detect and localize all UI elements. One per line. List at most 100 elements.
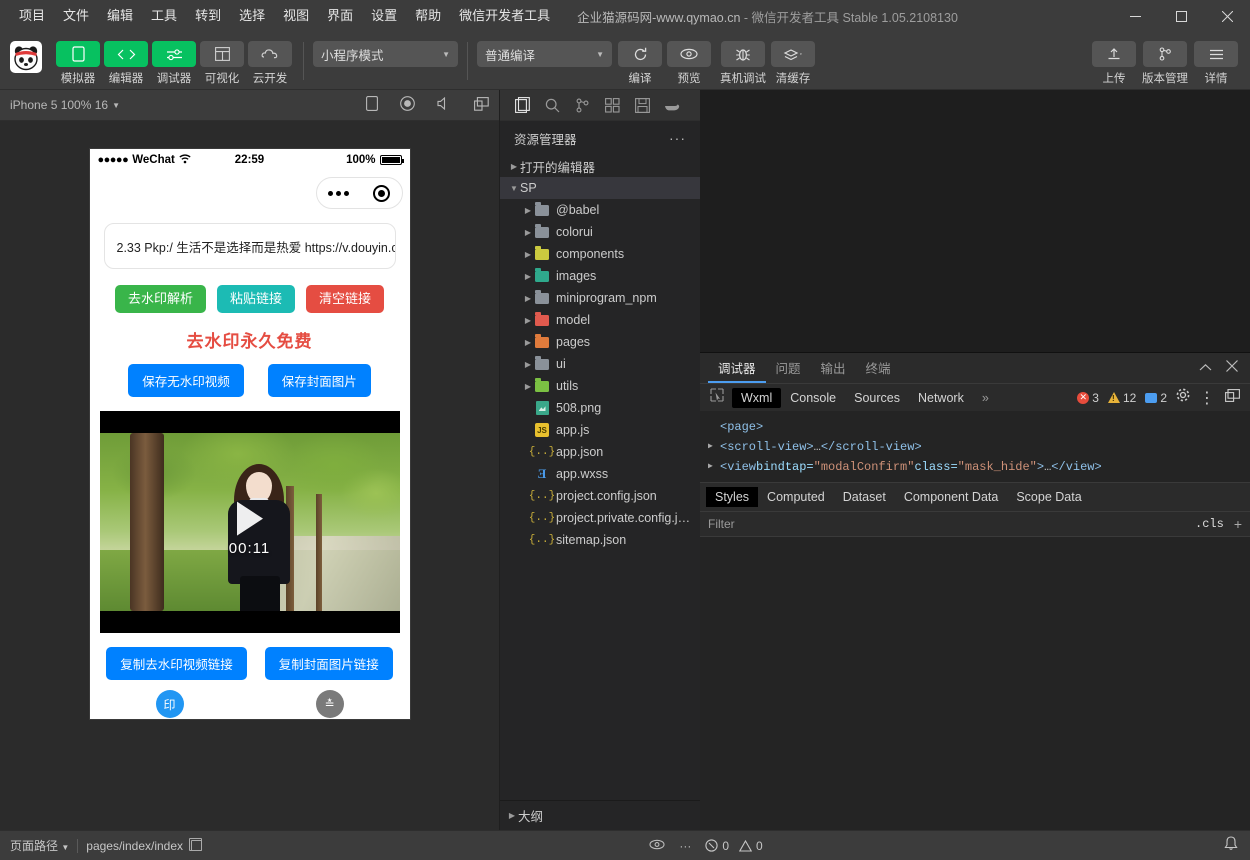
wxml-tree[interactable]: <page> ▶ <scroll-view> … </scroll-view> … xyxy=(700,411,1250,483)
menu-item-view[interactable]: 视图 xyxy=(274,4,318,28)
menu-item-interface[interactable]: 界面 xyxy=(318,4,362,28)
tree-item-colorui[interactable]: ▶ colorui xyxy=(500,221,700,243)
styles-tab-styles[interactable]: Styles xyxy=(706,487,758,507)
copy-cover-link-button[interactable]: 复制封面图片链接 xyxy=(265,647,393,680)
toolbar-simulator-button[interactable]: 模拟器 xyxy=(54,36,102,86)
cls-button[interactable]: .cls xyxy=(1195,517,1224,531)
video-preview[interactable]: 00:11 xyxy=(100,411,400,633)
menu-item-select[interactable]: 选择 xyxy=(230,4,274,28)
tree-item-project-private-config-json[interactable]: ▶ {..} project.private.config.js... xyxy=(500,507,700,529)
source-control-icon[interactable] xyxy=(572,95,592,115)
preview-button[interactable]: 预览 xyxy=(667,36,711,86)
volume-icon[interactable] xyxy=(437,97,452,113)
warning-badge[interactable]: 12 xyxy=(1108,391,1136,405)
extensions-icon[interactable] xyxy=(602,95,622,115)
tree-item-pages[interactable]: ▶ pages xyxy=(500,331,700,353)
tree-item-sitemap-json[interactable]: ▶ {..} sitemap.json xyxy=(500,529,700,551)
realdevice-debug-button[interactable]: 真机调试 xyxy=(720,36,766,86)
tree-item-508-png[interactable]: ▶ 508.png xyxy=(500,397,700,419)
save-all-icon[interactable] xyxy=(632,95,652,115)
parse-button[interactable]: 去水印解析 xyxy=(115,285,206,313)
menu-item-project[interactable]: 项目 xyxy=(10,4,54,28)
tab-output[interactable]: 输出 xyxy=(811,353,856,383)
compile-dropdown[interactable]: 普通编译 ▼ xyxy=(477,41,612,67)
files-icon[interactable] xyxy=(512,95,532,115)
tree-item-components[interactable]: ▶ components xyxy=(500,243,700,265)
more-icon[interactable] xyxy=(328,191,349,196)
kebab-icon[interactable]: ⋮ xyxy=(1199,388,1216,408)
editor-area[interactable] xyxy=(700,90,1250,352)
gear-icon[interactable] xyxy=(1176,388,1190,407)
close-button[interactable] xyxy=(1204,0,1250,32)
status-more-icon[interactable]: ··· xyxy=(679,839,691,853)
devtools-more-tabs[interactable]: » xyxy=(973,388,998,408)
chevron-right-icon[interactable]: ▶ xyxy=(708,457,720,477)
tab-problems[interactable]: 问题 xyxy=(766,353,811,383)
menu-item-edit[interactable]: 编辑 xyxy=(98,4,142,28)
toolbar-cloud-button[interactable]: 云开发 xyxy=(246,36,294,86)
outline-section[interactable]: ▶ 大纲 xyxy=(500,800,700,830)
minimize-button[interactable] xyxy=(1112,0,1158,32)
filter-input[interactable]: Filter xyxy=(708,517,1195,531)
inspect-icon[interactable] xyxy=(706,388,732,407)
tree-item-miniprogram-npm[interactable]: ▶ miniprogram_npm xyxy=(500,287,700,309)
menu-item-devtools[interactable]: 微信开发者工具 xyxy=(450,4,559,28)
toolbar-visual-button[interactable]: 可视化 xyxy=(198,36,246,86)
tab-add-watermark[interactable]: ≛ 加水印 xyxy=(250,690,410,719)
chevron-up-icon[interactable] xyxy=(1199,359,1212,377)
copy-video-link-button[interactable]: 复制去水印视频链接 xyxy=(106,647,247,680)
tree-item-app-wxss[interactable]: ▶ Ǝ app.wxss xyxy=(500,463,700,485)
clear-link-button[interactable]: 清空链接 xyxy=(306,285,384,313)
version-control-button[interactable]: 版本管理 xyxy=(1142,36,1188,86)
paste-link-button[interactable]: 粘贴链接 xyxy=(217,285,295,313)
save-video-button[interactable]: 保存无水印视频 xyxy=(128,364,244,397)
chevron-right-icon[interactable]: ▶ xyxy=(708,437,720,457)
maximize-button[interactable] xyxy=(1158,0,1204,32)
link-input[interactable]: 2.33 Pkp:/ 生活不是选择而是热爱 https://v.douyin.c xyxy=(104,223,396,269)
tree-item-app-js[interactable]: ▶ JS app.js xyxy=(500,419,700,441)
status-notifications[interactable] xyxy=(1224,836,1250,856)
menu-item-tools[interactable]: 工具 xyxy=(142,4,186,28)
tree-item-babel[interactable]: ▶ @babel xyxy=(500,199,700,221)
capsule-menu[interactable] xyxy=(316,177,403,209)
tree-item-ui[interactable]: ▶ ui xyxy=(500,353,700,375)
wxml-line-3[interactable]: ▶ <view bindtap= "modalConfirm" class= "… xyxy=(708,457,1242,477)
wxml-line-2[interactable]: ▶ <scroll-view> … </scroll-view> xyxy=(708,437,1242,457)
menu-item-goto[interactable]: 转到 xyxy=(186,4,230,28)
device-icon[interactable] xyxy=(366,96,378,114)
message-badge[interactable]: 2 xyxy=(1145,391,1167,405)
status-warning-count[interactable]: 0 xyxy=(739,839,763,853)
upload-button[interactable]: 上传 xyxy=(1092,36,1136,86)
tab-remove-watermark[interactable]: 印 去水印 xyxy=(90,690,250,719)
dock-icon[interactable] xyxy=(1225,389,1240,407)
add-rule-button[interactable]: + xyxy=(1234,516,1242,532)
error-badge[interactable]: ✕ 3 xyxy=(1077,391,1099,405)
docker-icon[interactable] xyxy=(662,95,682,115)
save-cover-button[interactable]: 保存封面图片 xyxy=(268,364,371,397)
styles-tab-computed[interactable]: Computed xyxy=(758,487,834,507)
menu-item-settings[interactable]: 设置 xyxy=(362,4,406,28)
toolbar-editor-button[interactable]: 编辑器 xyxy=(102,36,150,86)
tab-terminal[interactable]: 终端 xyxy=(856,353,901,383)
menu-item-file[interactable]: 文件 xyxy=(54,4,98,28)
clear-cache-button[interactable]: 清缓存 xyxy=(771,36,815,86)
tree-item-utils[interactable]: ▶ utils xyxy=(500,375,700,397)
details-button[interactable]: 详情 xyxy=(1194,36,1238,86)
tree-section-sp[interactable]: ▼ SP xyxy=(500,177,700,199)
styles-tab-component-data[interactable]: Component Data xyxy=(895,487,1008,507)
tree-section-open-editors[interactable]: ▶ 打开的编辑器 xyxy=(500,155,700,177)
tree-item-images[interactable]: ▶ images xyxy=(500,265,700,287)
devtools-tab-wxml[interactable]: Wxml xyxy=(732,388,781,408)
page-path-dropdown[interactable]: 页面路径 ▼ xyxy=(10,837,69,854)
screen-icon[interactable] xyxy=(474,97,489,114)
devtools-tab-console[interactable]: Console xyxy=(781,388,845,408)
tree-item-model[interactable]: ▶ model xyxy=(500,309,700,331)
explorer-more-icon[interactable]: ··· xyxy=(669,130,686,146)
devtools-tab-network[interactable]: Network xyxy=(909,388,973,408)
tab-debugger[interactable]: 调试器 xyxy=(708,353,766,383)
close-icon[interactable] xyxy=(1226,359,1238,377)
menu-item-help[interactable]: 帮助 xyxy=(406,4,450,28)
styles-tab-scope-data[interactable]: Scope Data xyxy=(1007,487,1090,507)
status-error-count[interactable]: 0 xyxy=(705,839,729,853)
device-selector[interactable]: iPhone 5 100% 16 ▼ xyxy=(10,98,120,112)
